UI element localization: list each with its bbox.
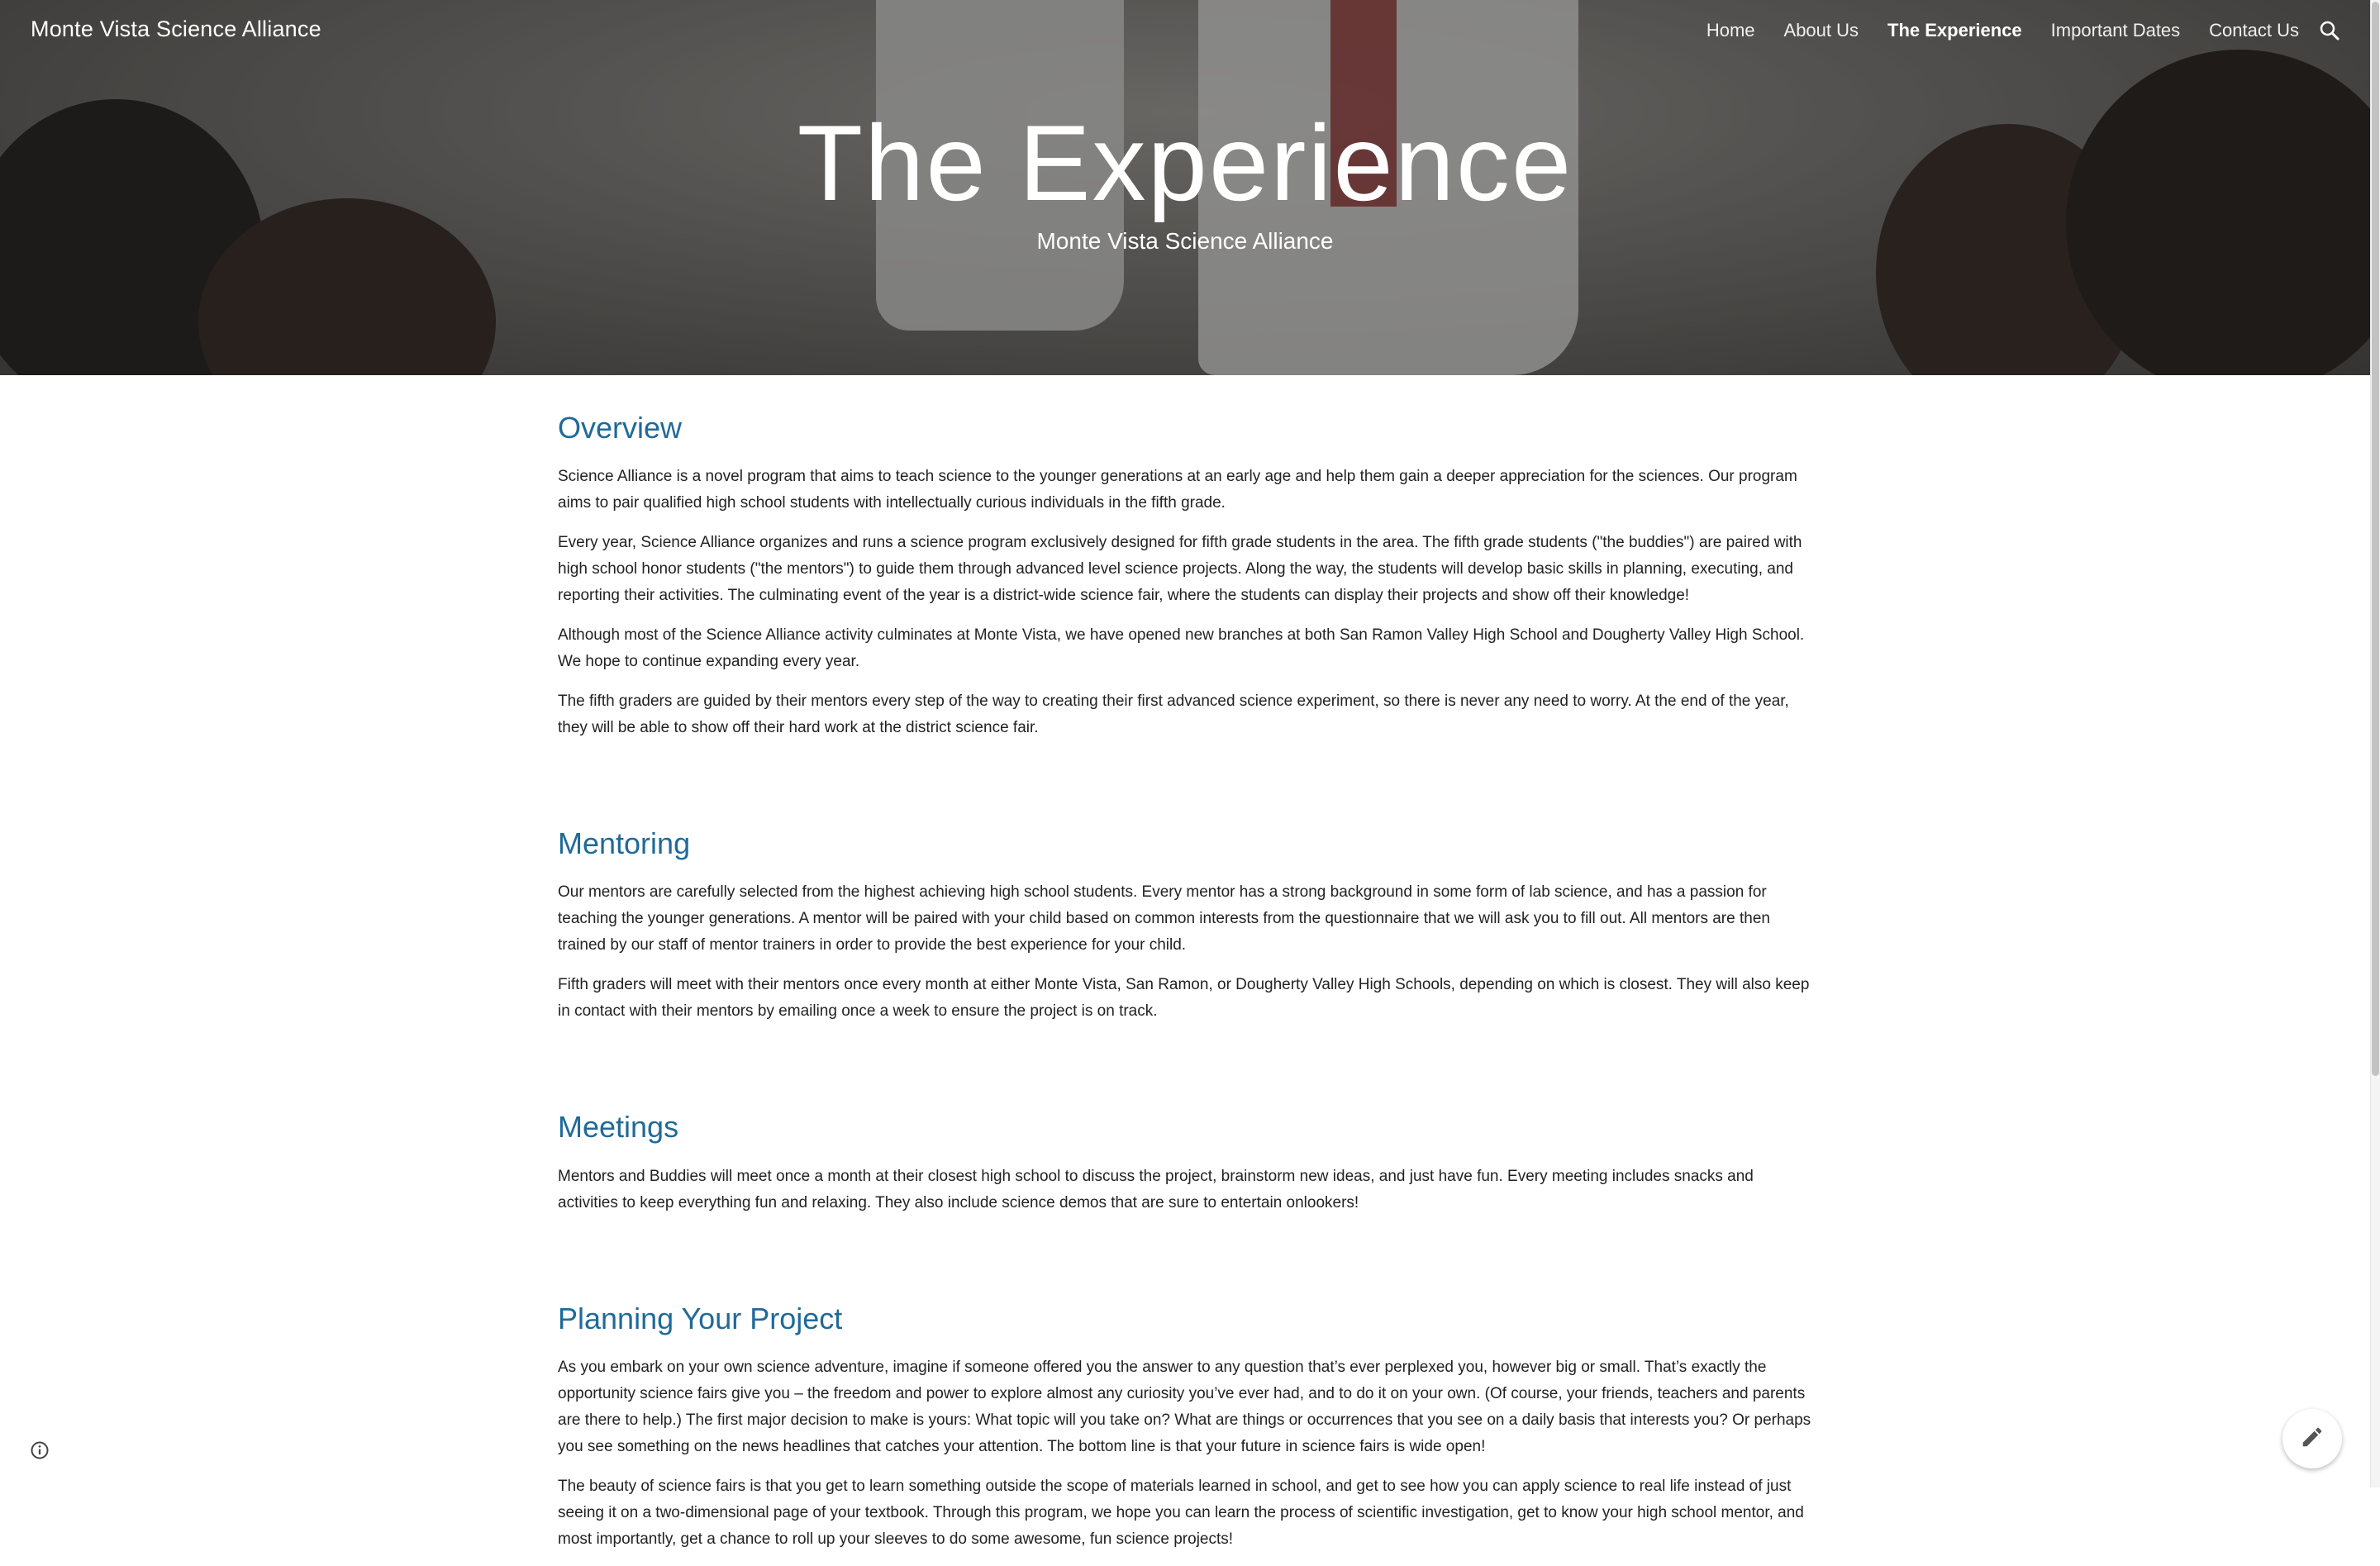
- section-heading: Mentoring: [558, 826, 691, 861]
- paragraph: Science Alliance is a novel program that…: [558, 468, 1797, 512]
- section-heading: Meetings: [558, 1110, 679, 1145]
- site-title[interactable]: Monte Vista Science Alliance: [31, 17, 321, 42]
- main-content: Overview Science Alliance is a novel pro…: [558, 410, 1814, 1566]
- section-heading: Overview: [558, 411, 683, 445]
- paragraph: Although most of the Science Alliance ac…: [558, 626, 1805, 671]
- section-planning-your-project: Planning Your Project As you embark on y…: [558, 1301, 1814, 1553]
- nav-home[interactable]: Home: [1706, 20, 1755, 41]
- paragraph: The beauty of science fairs is that you …: [558, 1477, 1804, 1548]
- section-heading: Planning Your Project: [558, 1301, 843, 1335]
- paragraph: As you embark on your own science advent…: [558, 1358, 1811, 1455]
- page-subtitle: Monte Vista Science Alliance: [1036, 228, 1334, 254]
- section-mentoring: Mentoring Our mentors are carefully sele…: [558, 826, 1814, 1025]
- section-meetings: Meetings Mentors and Buddies will meet o…: [558, 1109, 1814, 1216]
- section-overview: Overview Science Alliance is a novel pro…: [558, 410, 1814, 741]
- edit-button[interactable]: [2282, 1409, 2342, 1468]
- nav-the-experience[interactable]: The Experience: [1887, 20, 2022, 41]
- scrollbar-thumb[interactable]: [2372, 2, 2379, 1076]
- paragraph: Every year, Science Alliance organizes a…: [558, 534, 1802, 605]
- info-icon[interactable]: [30, 1440, 50, 1460]
- main-nav: Home About Us The Experience Important D…: [1678, 20, 2299, 41]
- nav-contact-us[interactable]: Contact Us: [2209, 20, 2299, 41]
- hero-banner: Monte Vista Science Alliance Home About …: [0, 0, 2370, 375]
- paragraph: Our mentors are carefully selected from …: [558, 883, 1770, 954]
- pencil-icon: [2300, 1425, 2325, 1454]
- paragraph: The fifth graders are guided by their me…: [558, 693, 1789, 737]
- paragraph: Mentors and Buddies will meet once a mon…: [558, 1167, 1754, 1211]
- page-title: The Experience: [797, 102, 1573, 223]
- page-scrollbar[interactable]: [2370, 0, 2380, 1487]
- nav-about-us[interactable]: About Us: [1784, 20, 1859, 41]
- paragraph: Fifth graders will meet with their mento…: [558, 976, 1810, 1021]
- search-icon[interactable]: [2317, 18, 2342, 43]
- nav-important-dates[interactable]: Important Dates: [2051, 20, 2181, 41]
